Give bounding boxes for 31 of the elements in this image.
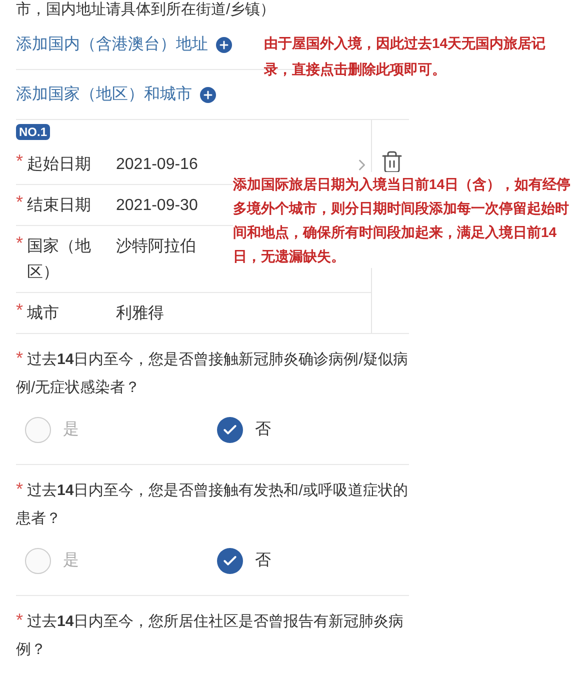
required-asterisk: * (16, 301, 24, 319)
required-asterisk: * (16, 234, 24, 252)
field-value[interactable]: 沙特阿拉伯 (116, 238, 196, 255)
annotation-text: 由于屋国外入境，因此过去14天无国内旅居记录，直接点击删除此项即可。 (264, 34, 547, 79)
radio-button[interactable] (25, 417, 51, 443)
add-address-link[interactable]: 添加国家（地区）和城市 (16, 82, 216, 106)
field-label: 起始日期 (27, 155, 92, 175)
intro-text: 市，国内地址请具体到所在街道/乡镇） (16, 0, 276, 20)
required-asterisk: * (16, 610, 24, 630)
field-value[interactable]: 2021-09-16 (116, 156, 198, 173)
delete-icon[interactable] (380, 150, 404, 174)
option-label[interactable]: 否 (255, 549, 271, 573)
field-label: 城市 (27, 304, 60, 324)
field-value[interactable]: 2021-09-30 (116, 197, 198, 214)
add-address-link[interactable]: 添加国内（含港澳台）地址 (16, 32, 232, 56)
field-label: 国家（地区） (27, 236, 92, 283)
field-label: 结束日期 (27, 196, 92, 216)
radio-button[interactable] (217, 417, 243, 443)
radio-button[interactable] (217, 548, 243, 574)
record-number-badge: NO.1 (16, 124, 50, 140)
question-text: * 过去14日内至今，您所居住社区是否曾报告有新冠肺炎病例？ (16, 609, 405, 660)
annotation-text: 添加国际旅居日期为入境当日前14日（含），如有经停多境外个城市，则分日期时间段添加每一次停留起始时间和地点，确保所有时间段加起来，满足入境日前14日，无遗漏缺失。 (233, 172, 573, 268)
required-asterisk: * (16, 152, 24, 170)
option-label[interactable]: 否 (255, 418, 271, 442)
question-text: * 过去14日内至今，您是否曾接触有发热和/或呼吸道症状的患者？ (16, 478, 408, 529)
required-asterisk: * (16, 479, 24, 499)
question-text: * 过去14日内至今，您是否曾接触新冠肺炎确诊病例/疑似病例/无症状感染者？ (16, 347, 408, 398)
radio-button[interactable] (25, 548, 51, 574)
field-value[interactable]: 利雅得 (116, 305, 164, 322)
required-asterisk: * (16, 348, 24, 368)
required-asterisk: * (16, 193, 24, 211)
